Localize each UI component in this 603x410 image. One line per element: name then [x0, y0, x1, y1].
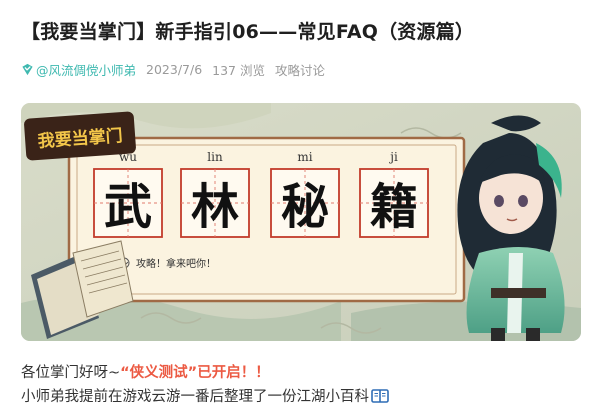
author-link[interactable]: @风流倜傥小师弟 — [36, 60, 136, 79]
greeting-text: 各位掌门好呀~ — [21, 365, 121, 381]
intro-paragraph: 小师弟我提前在游戏云游一番后整理了一份江湖小百科 — [21, 385, 389, 406]
article-meta: @风流倜傥小师弟 2023/7/6 137 浏览 攻略讨论 — [21, 60, 325, 78]
pinyin-2: lin — [207, 150, 223, 164]
verified-badge-icon — [22, 63, 33, 75]
pinyin-3: mi — [297, 150, 312, 164]
banner-char-1: 武 — [104, 179, 152, 235]
article-banner-image: 我要当掌门 wu lin mi ji 武 林 秘 籍 攻略！拿来吧你！ — [21, 103, 581, 341]
open-book-icon — [371, 388, 389, 403]
pinyin-1: wu — [119, 150, 137, 164]
greeting-paragraph: 各位掌门好呀~“侠义测试”已开启！！ — [21, 361, 270, 382]
publish-date: 2023/7/6 — [146, 61, 203, 77]
event-highlight: “侠义测试”已开启！！ — [120, 365, 270, 381]
banner-caption: 攻略！拿来吧你！ — [136, 257, 216, 270]
category-link[interactable]: 攻略讨论 — [275, 60, 325, 79]
view-count: 137 浏览 — [212, 62, 265, 78]
pinyin-4: ji — [388, 150, 398, 164]
banner-char-3: 秘 — [281, 179, 329, 235]
intro-text: 小师弟我提前在游戏云游一番后整理了一份江湖小百科 — [21, 389, 369, 405]
banner-char-2: 林 — [191, 179, 239, 235]
banner-char-4: 籍 — [370, 179, 418, 235]
article-title: 【我要当掌门】新手指引06——常见FAQ（资源篇） — [21, 21, 475, 43]
